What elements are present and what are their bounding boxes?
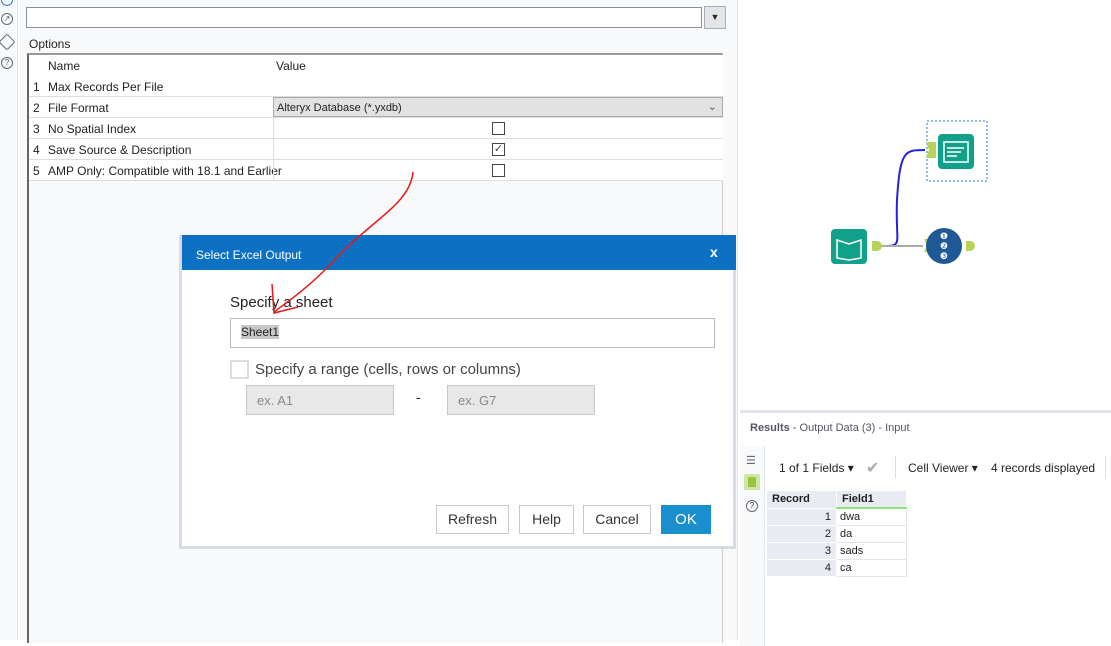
table-row[interactable]: 4 ca — [766, 559, 907, 577]
close-icon[interactable]: x — [710, 244, 718, 260]
range-to-input[interactable]: ex. G7 — [447, 385, 595, 415]
help-icon[interactable]: ? — [746, 500, 758, 512]
row-number: 1 — [33, 80, 40, 94]
range-label: Specify a range (cells, rows or columns) — [255, 361, 521, 378]
input-anchor — [926, 142, 936, 158]
max-records-input[interactable] — [273, 76, 723, 96]
row-number: 5 — [33, 164, 40, 178]
refresh-button[interactable]: Refresh — [436, 505, 509, 534]
list-icon[interactable]: ☰ — [746, 454, 756, 467]
data-view-icon[interactable] — [744, 474, 760, 490]
grid-header: Name Value — [29, 55, 723, 76]
column-header[interactable]: Field1 — [836, 490, 907, 509]
range-checkbox[interactable] — [230, 360, 249, 379]
svg-text:❷: ❷ — [940, 242, 948, 252]
amp-only-checkbox[interactable] — [492, 164, 505, 177]
options-label: Options — [29, 37, 71, 51]
row-number: 2 — [33, 101, 40, 115]
checkmark-icon[interactable]: ✔ — [866, 458, 879, 478]
results-table: Record Field1 1 dwa 2 da 3 sads 4 ca — [766, 490, 907, 577]
results-header: Results - Output Data (3) - Input — [750, 422, 910, 434]
divider — [895, 456, 896, 478]
table-row[interactable]: 3 sads — [766, 542, 907, 560]
grid-row[interactable]: 3 No Spatial Index — [29, 118, 723, 139]
ok-button[interactable]: OK — [661, 505, 711, 534]
svg-text:❸: ❸ — [940, 252, 948, 262]
dropdown-arrow-icon[interactable]: ▼ — [704, 6, 726, 29]
row-name: AMP Only: Compatible with 18.1 and Earli… — [48, 164, 282, 178]
gear-icon[interactable] — [1, 0, 13, 6]
output-anchor — [966, 241, 975, 251]
row-name: Max Records Per File — [48, 80, 164, 94]
sheet-input[interactable]: Sheet1 — [230, 318, 715, 348]
save-source-checkbox[interactable]: ✓ — [492, 143, 505, 156]
workflow-diagram: ❶ ❷ ❸ — [831, 120, 988, 264]
left-toolbar: ↗ ? — [0, 0, 18, 640]
help-button[interactable]: Help — [519, 505, 574, 534]
value-cell — [273, 160, 723, 180]
select-excel-output-dialog: Select Excel Output x Specify a sheet Sh… — [179, 235, 736, 549]
header-name: Name — [48, 59, 81, 73]
tag-icon[interactable] — [0, 33, 16, 51]
results-sidebar: ☰ ? — [740, 446, 765, 646]
header-value: Value — [276, 59, 306, 73]
column-header[interactable]: Record — [766, 490, 837, 509]
grid-row[interactable]: 4 Save Source & Description ✓ — [29, 139, 723, 160]
results-subtitle: - Output Data (3) - Input — [789, 422, 910, 434]
cell-viewer-select[interactable]: Cell Viewer ▾ — [908, 461, 978, 475]
value-cell: ✓ — [273, 139, 723, 159]
results-panel: Results - Output Data (3) - Input ☰ ? 1 … — [740, 410, 1111, 646]
divider — [1105, 456, 1106, 478]
fields-select[interactable]: 1 of 1 Fields ▾ — [779, 461, 854, 475]
row-name: File Format — [48, 101, 109, 115]
annotation-icon[interactable]: ↗ — [1, 13, 13, 25]
table-row[interactable]: 1 dwa — [766, 507, 907, 526]
row-name: Save Source & Description — [48, 143, 192, 157]
value-cell — [273, 118, 723, 138]
dialog-titlebar: Select Excel Output x — [182, 235, 736, 270]
file-path-combo[interactable] — [26, 7, 702, 28]
row-number: 4 — [33, 143, 40, 157]
results-title: Results — [750, 422, 790, 434]
row-number: 3 — [33, 122, 40, 136]
no-spatial-index-checkbox[interactable] — [492, 122, 505, 135]
row-name: No Spatial Index — [48, 122, 137, 136]
grid-row[interactable]: 2 File Format Alteryx Database (*.yxdb) … — [29, 97, 723, 118]
range-from-input[interactable]: ex. A1 — [246, 385, 394, 415]
chevron-down-icon: ⌄ — [707, 101, 717, 113]
dialog-title: Select Excel Output — [196, 248, 302, 262]
file-format-value: Alteryx Database (*.yxdb) — [277, 102, 402, 114]
range-separator: - — [416, 389, 421, 405]
sheet-value: Sheet1 — [241, 325, 280, 339]
cancel-button[interactable]: Cancel — [583, 505, 651, 534]
grid-row[interactable]: 5 AMP Only: Compatible with 18.1 and Ear… — [29, 160, 723, 181]
svg-text:❶: ❶ — [940, 232, 948, 242]
grid-row[interactable]: 1 Max Records Per File — [29, 76, 723, 97]
help-icon[interactable]: ? — [1, 57, 13, 69]
table-row[interactable]: 2 da — [766, 525, 907, 543]
file-format-select[interactable]: Alteryx Database (*.yxdb) ⌄ — [273, 97, 723, 117]
output-anchor — [872, 241, 882, 251]
records-count: 4 records displayed — [991, 461, 1096, 475]
connection-wire — [879, 149, 926, 247]
sheet-label: Specify a sheet — [230, 294, 333, 311]
workflow-canvas[interactable]: ❶ ❷ ❸ — [740, 0, 1111, 410]
